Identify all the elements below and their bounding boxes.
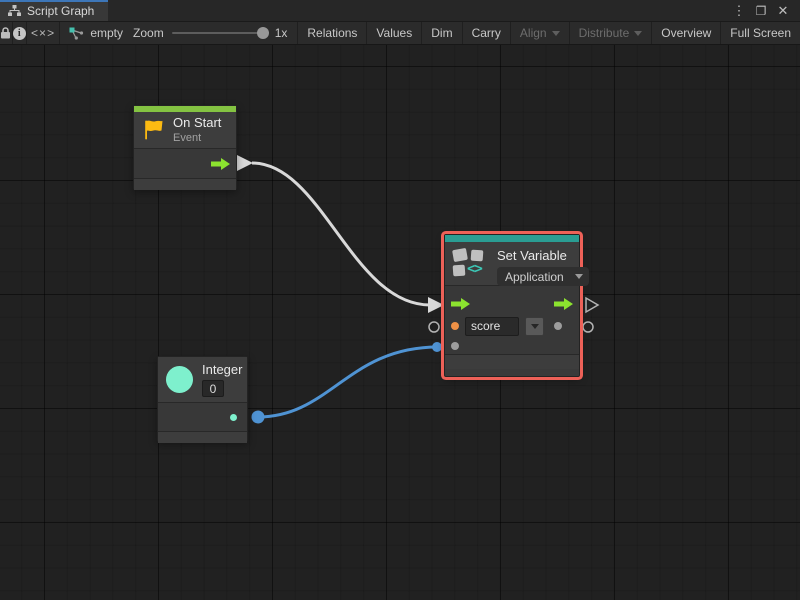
zoom-label: Zoom [133,26,164,40]
close-icon[interactable]: ✕ [774,3,792,19]
breadcrumb-label: empty [90,26,123,40]
flow-output-port[interactable] [554,298,573,310]
value-output-external-port[interactable] [583,322,593,332]
chevron-down-icon [552,31,560,36]
tab-script-graph[interactable]: Script Graph [0,0,108,21]
script-graph-window: Script Graph ⋮ ❐ ✕ i <×> [0,0,800,600]
variable-name-field[interactable] [465,317,519,336]
graph-canvas[interactable]: On Start Event <> Set [0,45,800,600]
flow-connection[interactable] [252,163,430,305]
distribute-button[interactable]: Distribute [570,22,653,44]
code-view-button[interactable]: <×> [27,22,61,44]
variable-scope-dropdown[interactable]: Application [497,267,589,286]
variable-name-input-port[interactable] [451,322,459,330]
integer-output-port[interactable] [230,414,237,421]
overview-button[interactable]: Overview [652,22,721,44]
node-on-start[interactable]: On Start Event [133,105,237,190]
maximize-icon[interactable]: ❐ [752,4,770,18]
flow-connection-start-arrow [237,155,253,171]
on-start-header: On Start Event [134,112,236,148]
variable-accent-stripe [445,235,579,242]
integer-header: Integer 0 [158,357,247,402]
graph-hierarchy-icon [8,5,21,16]
carry-label: Carry [472,26,501,40]
scope-dropdown-value: Application [505,270,564,284]
node-title: Integer [202,362,242,378]
value-input-port[interactable] [451,342,459,350]
variables-icon: <> [453,248,489,279]
fullscreen-button[interactable]: Full Screen [721,22,800,44]
zoom-slider-handle[interactable] [257,27,269,39]
values-button[interactable]: Values [367,22,422,44]
window-menu-icon[interactable]: ⋮ [730,3,748,19]
info-button[interactable]: i [13,22,27,44]
node-title: Set Variable [497,248,589,264]
relations-button[interactable]: Relations [298,22,367,44]
flow-output-port[interactable] [211,158,230,170]
graph-breadcrumb-icon [69,27,84,40]
lock-icon [0,27,11,39]
value-connection-start-dot [252,411,265,424]
node-title: On Start [173,115,221,131]
set-variable-header: <> Set Variable Application [445,242,579,285]
set-variable-footer [445,355,579,369]
value-connection-end-dot [432,342,442,352]
overview-label: Overview [661,26,711,40]
zoom-slider[interactable] [172,32,267,34]
relations-label: Relations [307,26,357,40]
node-set-variable[interactable]: <> Set Variable Application [444,234,580,377]
integer-footer [158,432,247,443]
lock-button[interactable] [0,22,13,44]
integer-value-field[interactable]: 0 [202,380,224,397]
fullscreen-label: Full Screen [730,26,791,40]
tab-bar: Script Graph ⋮ ❐ ✕ [0,0,800,21]
dim-label: Dim [431,26,452,40]
flag-icon [142,119,165,142]
node-integer[interactable]: Integer 0 [157,356,248,442]
carry-button[interactable]: Carry [463,22,511,44]
window-controls: ⋮ ❐ ✕ [730,0,800,21]
integer-type-icon [166,366,193,393]
dim-button[interactable]: Dim [422,22,462,44]
connection-layer [0,45,800,600]
tab-title: Script Graph [27,4,94,18]
on-start-flow-row [134,149,236,178]
value-output-port[interactable] [554,322,562,330]
align-button[interactable]: Align [511,22,570,44]
zoom-value: 1x [275,26,288,40]
value-input-external-port[interactable] [429,322,439,332]
on-start-footer [134,179,236,190]
graph-breadcrumb[interactable]: empty [60,22,123,44]
node-subtitle: Event [173,132,221,145]
graph-toolbar: i <×> empty Zoom 1x Relations Values [0,21,800,45]
flow-connection-end-arrow [428,297,444,313]
zoom-control: Zoom 1x [123,22,298,44]
value-connection[interactable] [258,347,438,417]
integer-output-row [158,403,247,431]
flow-input-port[interactable] [451,298,470,310]
chevron-down-icon [634,31,642,36]
values-label: Values [376,26,412,40]
distribute-label: Distribute [579,26,630,40]
align-label: Align [520,26,547,40]
code-icon: <×> [31,26,55,40]
flow-output-external-port[interactable] [586,298,598,312]
info-icon: i [13,27,26,40]
chevron-down-icon [531,324,539,329]
set-variable-ports [445,286,579,354]
chevron-down-icon [575,274,583,279]
variable-name-dropdown-button[interactable] [525,317,544,336]
